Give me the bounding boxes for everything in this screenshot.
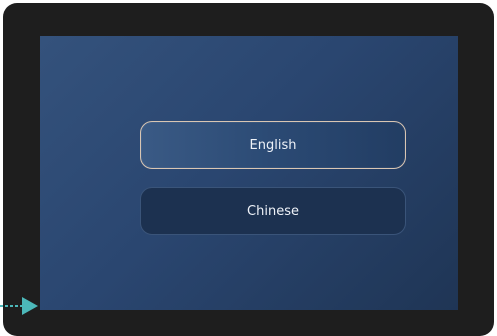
chinese-button[interactable]: Chinese [140,187,406,235]
chinese-button-label: Chinese [247,203,299,219]
screen: English Chinese [40,36,458,310]
english-button[interactable]: English [140,121,406,169]
pointer-arrow-icon [0,297,38,315]
english-button-label: English [249,137,297,153]
tablet-device: English Chinese [3,3,494,336]
